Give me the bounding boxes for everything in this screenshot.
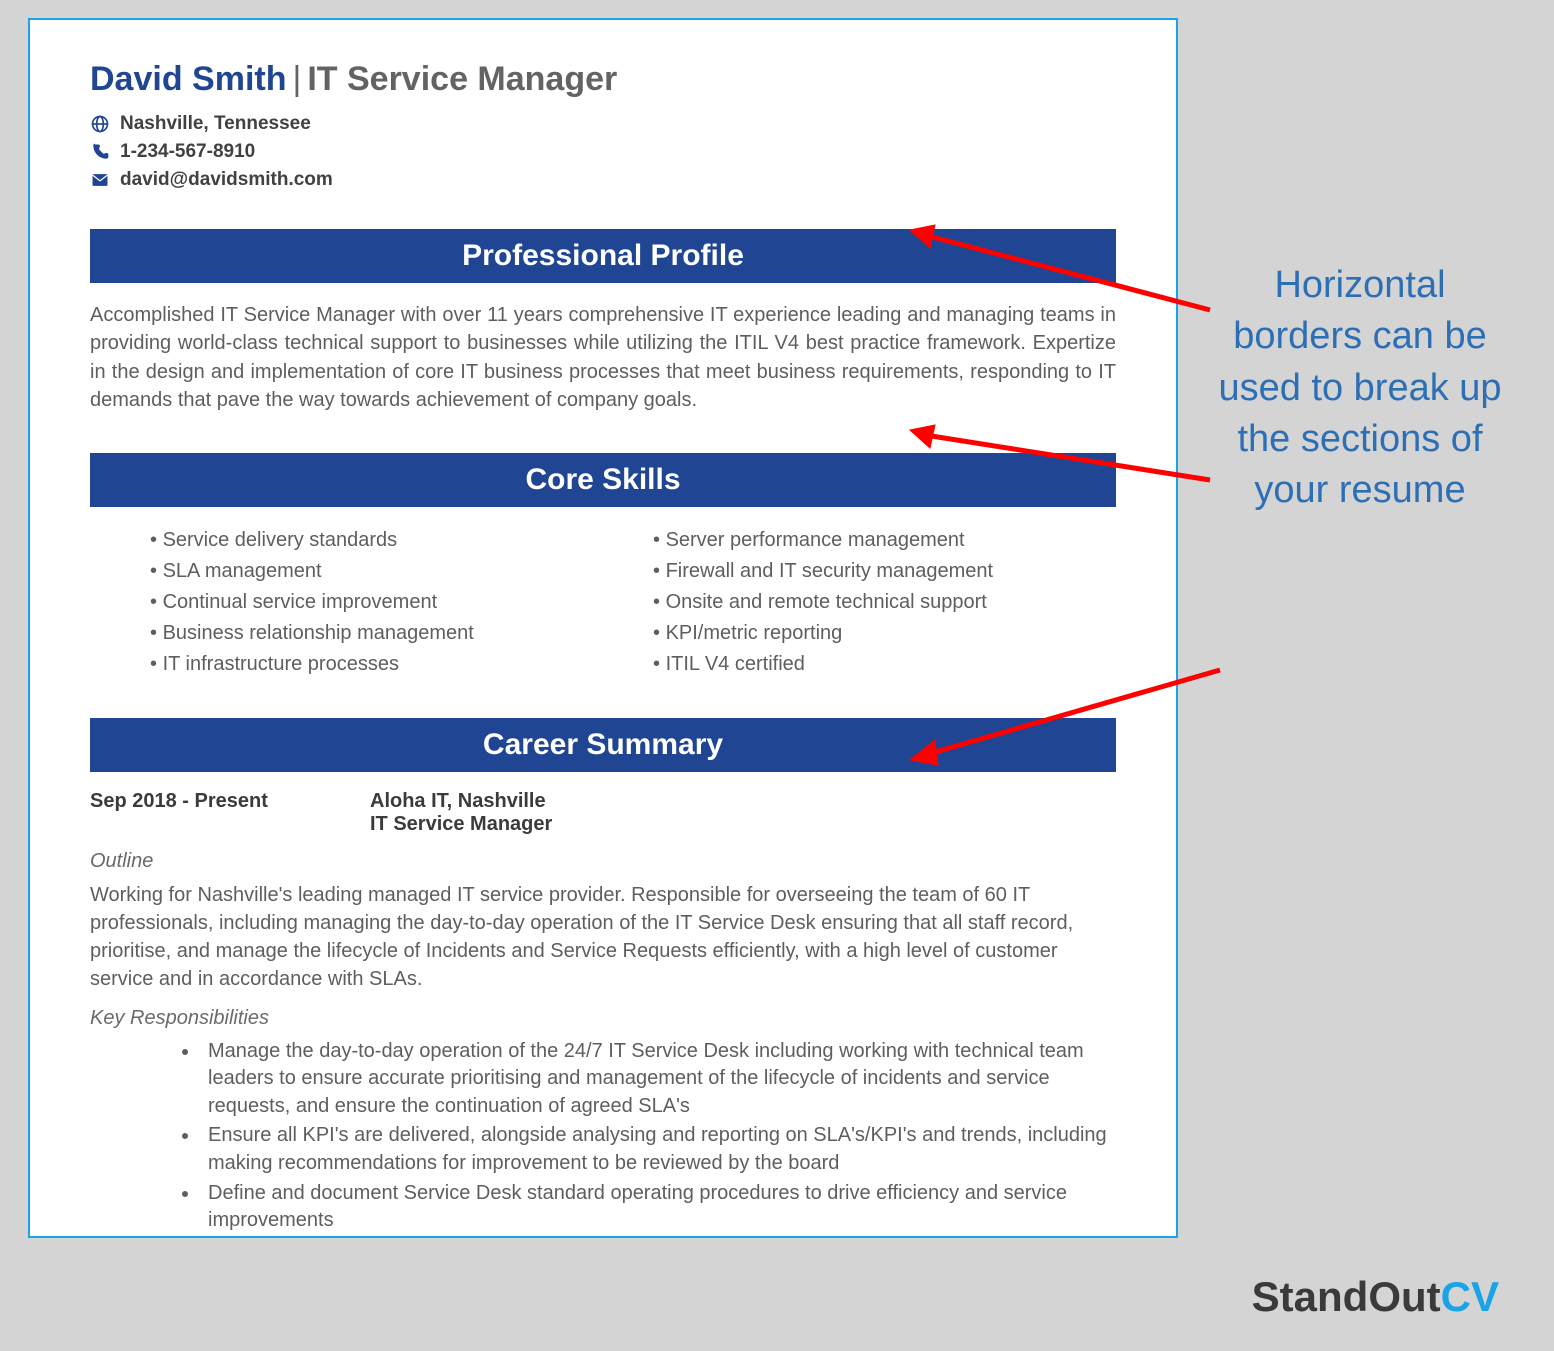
brand-part1: StandOut [1252,1273,1441,1320]
job-company: Aloha IT, Nashville [370,790,1116,813]
resume-card: David Smith|IT Service Manager Nashville… [28,18,1178,1238]
outline-label: Outline [90,850,1116,873]
skill-item: Server performance management [653,525,1116,556]
skill-item: Service delivery standards [150,525,613,556]
skills-right-list: Server performance managementFirewall an… [653,525,1116,680]
responsibility-item: Define and document Service Desk standar… [200,1180,1116,1235]
globe-icon [90,114,112,134]
contact-phone: 1-234-567-8910 [90,141,1116,163]
arrow-icon [900,660,1230,770]
candidate-title: IT Service Manager [307,60,617,98]
brand-logo: StandOutCV [1252,1273,1499,1321]
arrow-icon [900,420,1220,500]
divider-pipe: | [292,60,301,98]
annotation-callout: Horizontal borders can be used to break … [1205,260,1515,516]
arrow-icon [900,220,1220,320]
skill-item: Continual service improvement [150,587,613,618]
skill-item: Business relationship management [150,618,613,649]
phone-text: 1-234-567-8910 [120,141,255,163]
skill-item: IT infrastructure processes [150,649,613,680]
brand-part2: CV [1441,1273,1499,1320]
skills-left-list: Service delivery standardsSLA management… [150,525,613,680]
skill-item: Onsite and remote technical support [653,587,1116,618]
job-dates: Sep 2018 - Present [90,790,370,836]
skill-item: KPI/metric reporting [653,618,1116,649]
responsibility-item: Manage the day-to-day operation of the 2… [200,1038,1116,1121]
responsibilities-list: Manage the day-to-day operation of the 2… [90,1038,1116,1238]
responsibilities-label: Key Responsibilities [90,1007,1116,1030]
responsibility-item: Ensure all KPI's are delivered, alongsid… [200,1122,1116,1177]
phone-icon [90,142,112,162]
email-icon [90,170,112,190]
contact-location: Nashville, Tennessee [90,113,1116,135]
location-text: Nashville, Tennessee [120,113,311,135]
contact-email: david@davidsmith.com [90,169,1116,191]
skill-item: SLA management [150,556,613,587]
skill-item: Firewall and IT security management [653,556,1116,587]
job-role: IT Service Manager [370,813,1116,836]
outline-text: Working for Nashville's leading managed … [90,881,1116,993]
responsibility-item: Mentor and develop the wider team to cre… [200,1237,1116,1238]
job-header: Sep 2018 - Present Aloha IT, Nashville I… [90,790,1116,836]
candidate-name: David Smith [90,60,286,98]
name-title-line: David Smith|IT Service Manager [90,60,1116,99]
email-text: david@davidsmith.com [120,169,333,191]
skills-columns: Service delivery standardsSLA management… [90,525,1116,680]
